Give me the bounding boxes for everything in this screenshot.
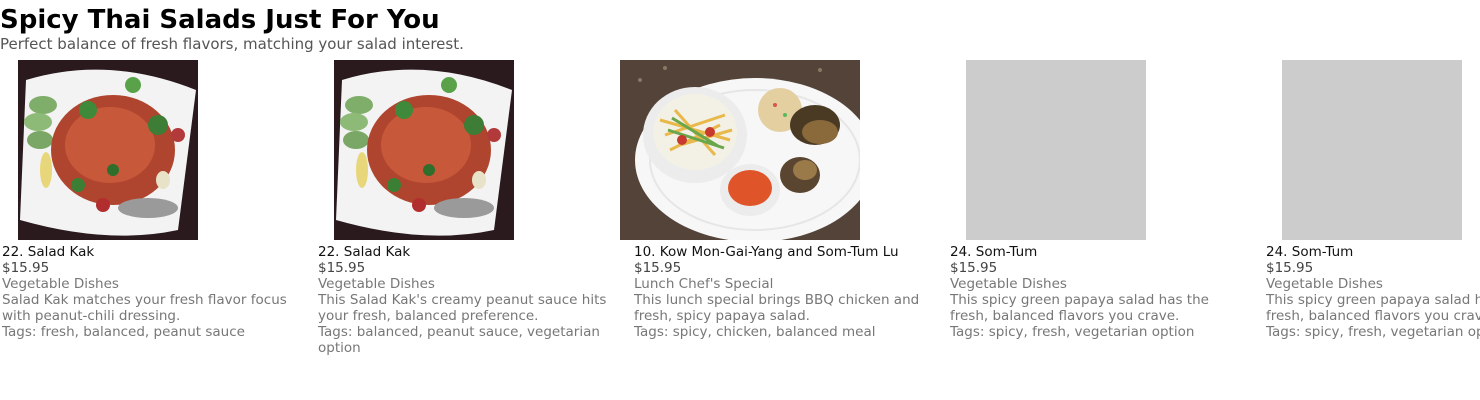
menu-item-price: $15.95 (950, 260, 998, 276)
menu-item-tags: Tags: fresh, balanced, peanut sauce (2, 324, 245, 340)
menu-item-category: Vegetable Dishes (318, 276, 435, 292)
menu-item-tags: Tags: spicy, chicken, balanced meal (634, 324, 876, 340)
menu-item-category: Lunch Chef's Special (634, 276, 774, 292)
menu-item-price: $15.95 (2, 260, 50, 276)
kow-mon-gai-yang-photo[interactable] (620, 60, 860, 240)
menu-item-description: Salad Kak matches your fresh flavor focu… (2, 292, 287, 324)
menu-item-category: Vegetable Dishes (1266, 276, 1383, 292)
menu-item-name[interactable]: 22. Salad Kak (318, 244, 618, 260)
menu-item-tags: Tags: balanced, peanut sauce, vegetarian… (318, 324, 600, 356)
menu-item-price: $15.95 (318, 260, 366, 276)
menu-item-description: This spicy green papaya salad has the fr… (950, 292, 1209, 324)
menu-item-tags: Tags: spicy, fresh, vegetarian option (950, 324, 1195, 340)
menu-item-category: Vegetable Dishes (2, 276, 119, 292)
menu-item-description: This spicy green papaya salad has the fr… (1266, 292, 1480, 324)
menu-item-name[interactable]: 10. Kow Mon-Gai-Yang and Som-Tum Lu (634, 244, 934, 260)
salad-kak-photo[interactable] (18, 60, 198, 240)
image-placeholder[interactable] (1282, 60, 1462, 240)
menu-item-price: $15.95 (634, 260, 682, 276)
menu-item-tags: Tags: spicy, fresh, vegetarian option (1266, 324, 1480, 340)
menu-item-name[interactable]: 24. Som-Tum (950, 244, 1250, 260)
recommendation-rail: 22. Salad Kak $15.95 Vegetable Dishes Sa… (0, 0, 1480, 400)
menu-item-name[interactable]: 22. Salad Kak (2, 244, 302, 260)
menu-item-description: This lunch special brings BBQ chicken an… (634, 292, 920, 324)
menu-item-description: This Salad Kak's creamy peanut sauce hit… (318, 292, 607, 324)
menu-item-name[interactable]: 24. Som-Tum (1266, 244, 1480, 260)
image-placeholder[interactable] (966, 60, 1146, 240)
salad-kak-photo[interactable] (334, 60, 514, 240)
menu-item-price: $15.95 (1266, 260, 1314, 276)
menu-item-category: Vegetable Dishes (950, 276, 1067, 292)
